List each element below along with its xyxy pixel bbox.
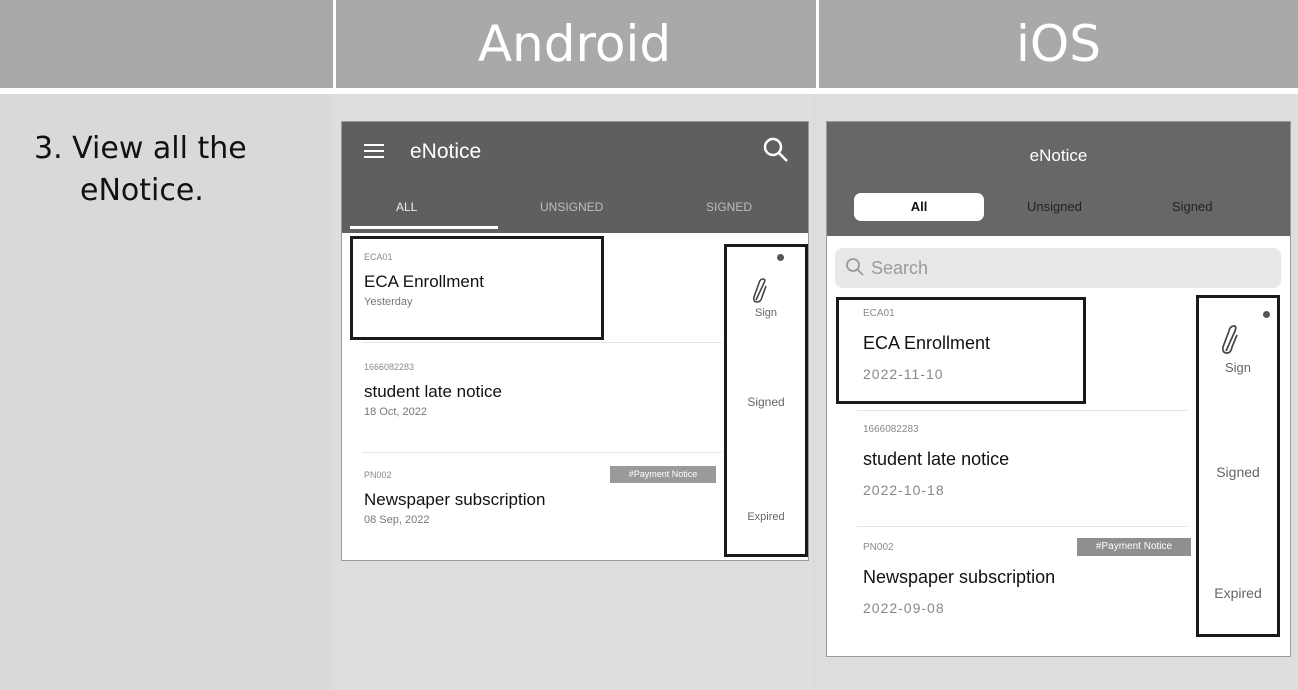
notice-title: Newspaper subscription xyxy=(863,567,1056,587)
search-icon[interactable] xyxy=(762,136,790,164)
notice-code: 1666082283 xyxy=(863,424,919,435)
notice-title: student late notice xyxy=(364,382,502,401)
segment-all[interactable]: All xyxy=(854,193,984,221)
ios-app-title: eNotice xyxy=(1029,146,1088,165)
divider xyxy=(362,342,722,343)
android-app-bar: eNotice ALL UNSIGNED SIGNED xyxy=(342,122,808,233)
notice-item[interactable]: 1666082283 student late notice 18 Oct, 2… xyxy=(364,362,502,418)
status-signed: Signed xyxy=(747,395,785,409)
notice-code: 1666082283 xyxy=(364,362,415,372)
unread-dot xyxy=(777,254,784,261)
active-tab-indicator xyxy=(350,226,498,229)
divider xyxy=(857,526,1187,527)
notice-item[interactable]: 1666082283 student late notice 2022-10-1… xyxy=(863,424,1009,498)
status-signed: Signed xyxy=(1216,464,1260,480)
notice-title: student late notice xyxy=(863,449,1010,469)
highlight-box-notice xyxy=(350,236,604,340)
tab-all[interactable]: ALL xyxy=(396,200,417,214)
menu-icon[interactable] xyxy=(364,144,384,162)
tab-signed[interactable]: SIGNED xyxy=(706,200,752,214)
paperclip-icon xyxy=(753,278,767,303)
payment-notice-tag: #Payment Notice xyxy=(1077,538,1191,556)
search-input[interactable]: Search xyxy=(835,248,1281,288)
header-empty-cell xyxy=(0,0,330,88)
notice-title: Newspaper subscription xyxy=(364,490,546,509)
divider xyxy=(857,410,1187,411)
step-line-1: 3. View all the xyxy=(34,131,247,166)
search-placeholder: Search xyxy=(871,258,929,278)
status-expired: Expired xyxy=(1214,585,1262,601)
notice-code: PN002 xyxy=(364,470,392,480)
header-ios: iOS xyxy=(816,0,1298,88)
header-android: Android xyxy=(333,0,813,88)
divider xyxy=(362,452,722,453)
segment-signed[interactable]: Signed xyxy=(1172,199,1212,214)
comparison-header: Android iOS xyxy=(0,0,1298,88)
notice-date: 2022-09-08 xyxy=(863,600,945,616)
highlight-box-notice xyxy=(836,297,1086,404)
notice-item[interactable]: PN002 Newspaper subscription 2022-09-08 xyxy=(863,542,1055,616)
unread-dot xyxy=(1263,311,1270,318)
status-sign[interactable]: Sign xyxy=(1196,360,1280,375)
paperclip-icon xyxy=(1221,325,1238,354)
segment-unsigned[interactable]: Unsigned xyxy=(1027,199,1082,214)
step-instruction: 3. View all the eNotice. xyxy=(34,128,247,212)
payment-notice-tag: #Payment Notice xyxy=(610,466,716,483)
step-line-2: eNotice. xyxy=(80,173,204,208)
notice-code: PN002 xyxy=(863,542,894,553)
android-app-title: eNotice xyxy=(410,140,482,163)
status-expired: Expired xyxy=(747,511,785,523)
status-sign[interactable]: Sign xyxy=(724,307,808,319)
notice-item[interactable]: PN002 Newspaper subscription 08 Sep, 202… xyxy=(364,470,545,526)
notice-date: 18 Oct, 2022 xyxy=(364,406,427,418)
notice-date: 08 Sep, 2022 xyxy=(364,514,430,526)
notice-date: 2022-10-18 xyxy=(863,482,945,498)
ios-nav-bar: eNotice All Unsigned Signed xyxy=(827,122,1290,236)
tab-unsigned[interactable]: UNSIGNED xyxy=(540,200,603,214)
search-icon xyxy=(846,258,864,276)
